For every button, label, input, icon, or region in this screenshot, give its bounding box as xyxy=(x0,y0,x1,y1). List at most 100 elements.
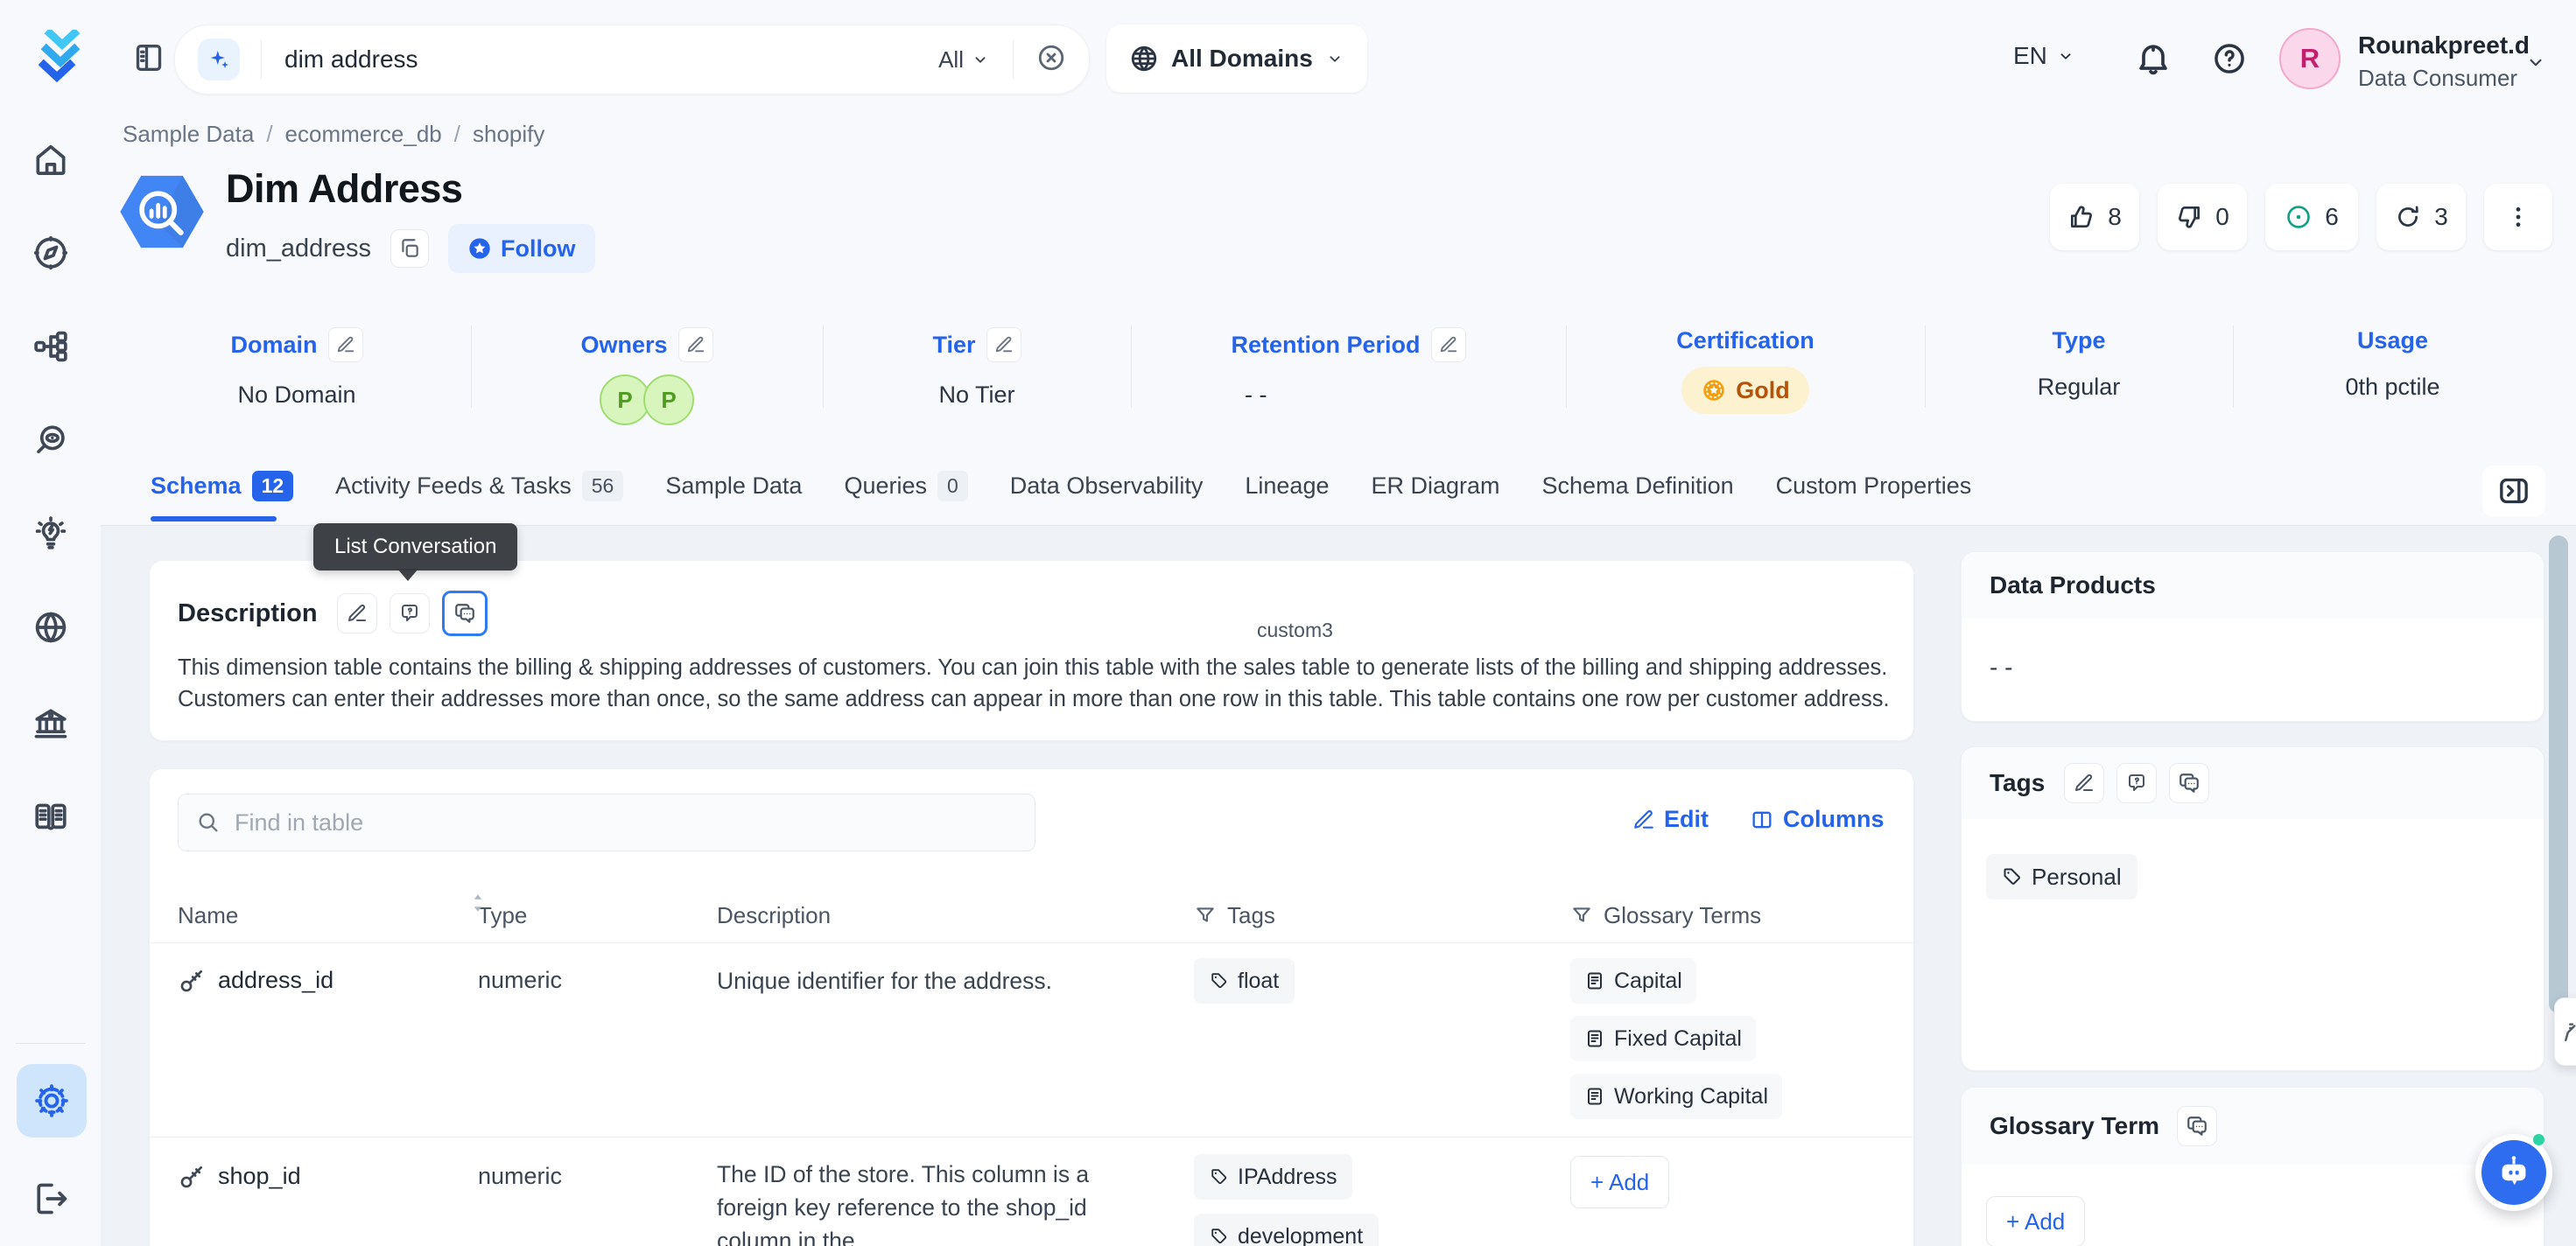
compass-icon[interactable] xyxy=(32,234,70,272)
edit-description-icon[interactable] xyxy=(337,593,377,634)
column-header-description[interactable]: Description xyxy=(717,902,1194,929)
list-conversation-icon[interactable] xyxy=(442,591,488,636)
metadata-divider xyxy=(1925,326,1926,408)
filter-icon[interactable] xyxy=(1570,904,1593,927)
owner-avatar[interactable]: P xyxy=(643,374,694,425)
column-header-name[interactable]: Name xyxy=(178,902,478,929)
sort-icon[interactable] xyxy=(467,890,489,916)
glossary-term-pill[interactable]: Fixed Capital xyxy=(1570,1016,1756,1061)
observability-search-eye-icon[interactable] xyxy=(32,421,70,459)
tag-pill[interactable]: float xyxy=(1194,958,1295,1004)
edit-tags-icon[interactable] xyxy=(2064,763,2104,803)
owners-label[interactable]: Owners xyxy=(580,332,667,359)
glossary-term-pill[interactable]: Capital xyxy=(1570,958,1696,1004)
term-icon xyxy=(1584,1028,1605,1049)
user-avatar[interactable]: R xyxy=(2279,28,2341,89)
web-globe-icon[interactable] xyxy=(32,608,70,647)
tab-custom-properties[interactable]: Custom Properties xyxy=(1776,472,1972,500)
column-header-type[interactable]: Type xyxy=(478,902,717,929)
tier-label[interactable]: Tier xyxy=(932,332,975,359)
glossary-book-icon[interactable] xyxy=(32,798,70,836)
clear-search-icon[interactable] xyxy=(1036,43,1066,77)
asset-tabs: Schema12 Activity Feeds & Tasks56 Sample… xyxy=(151,471,1971,501)
column-name-cell[interactable]: address_id xyxy=(178,942,478,1137)
certification-gold-badge[interactable]: Gold xyxy=(1681,367,1809,414)
notifications-bell-icon[interactable] xyxy=(2134,38,2172,81)
column-header-tags[interactable]: Tags xyxy=(1194,902,1570,929)
glossary-term-pill[interactable]: Working Capital xyxy=(1570,1074,1782,1119)
insights-lightbulb-icon[interactable] xyxy=(32,514,70,553)
glossary-conversation-icon[interactable] xyxy=(2177,1106,2217,1146)
tab-er-diagram[interactable]: ER Diagram xyxy=(1371,472,1499,500)
request-tags-icon[interactable] xyxy=(2116,763,2157,803)
edit-owners-icon[interactable] xyxy=(678,327,713,362)
home-icon[interactable] xyxy=(32,140,70,178)
add-glossary-term-button[interactable]: + Add xyxy=(1986,1196,2085,1246)
upvote-button[interactable]: 8 xyxy=(2050,184,2139,250)
ai-assistant-button[interactable] xyxy=(2475,1134,2552,1211)
retention-label[interactable]: Retention Period xyxy=(1231,332,1420,359)
tab-schema[interactable]: Schema12 xyxy=(151,471,293,501)
tab-activity-feeds[interactable]: Activity Feeds & Tasks56 xyxy=(335,471,623,501)
logout-icon[interactable] xyxy=(32,1180,70,1218)
tab-lineage[interactable]: Lineage xyxy=(1245,472,1329,500)
table-row[interactable]: shop_id numeric The ID of the store. Thi… xyxy=(150,1137,1913,1246)
type-label[interactable]: Type xyxy=(2052,327,2105,354)
refresh-button[interactable]: 3 xyxy=(2376,184,2466,250)
domains-filter-button[interactable]: All Domains xyxy=(1106,24,1367,93)
edit-table-button[interactable]: Edit xyxy=(1632,806,1709,833)
asset-subheader: dim_address Follow xyxy=(226,224,595,273)
more-actions-kebab-icon[interactable] xyxy=(2484,184,2552,250)
edit-tier-icon[interactable] xyxy=(986,327,1021,362)
tab-schema-definition[interactable]: Schema Definition xyxy=(1542,472,1734,500)
tag-pill[interactable]: Personal xyxy=(1986,854,2137,900)
breadcrumb-item[interactable]: Sample Data xyxy=(123,121,254,148)
edit-domain-icon[interactable] xyxy=(328,327,363,362)
search-scope-dropdown[interactable]: All xyxy=(938,46,990,74)
follow-button[interactable]: Follow xyxy=(448,224,594,273)
collapse-panel-icon[interactable] xyxy=(2482,466,2545,516)
language-selector[interactable]: EN xyxy=(2013,42,2075,70)
find-in-table[interactable] xyxy=(178,794,1035,851)
owners-avatars[interactable]: P P xyxy=(471,374,823,425)
breadcrumb-item[interactable]: shopify xyxy=(473,121,544,148)
filter-icon[interactable] xyxy=(1194,904,1217,927)
tab-sample-data[interactable]: Sample Data xyxy=(665,472,802,500)
column-name-cell[interactable]: shop_id xyxy=(178,1137,478,1246)
downvote-count: 0 xyxy=(2215,203,2229,231)
table-row[interactable]: address_id numeric Unique identifier for… xyxy=(150,942,1913,1138)
domain-label[interactable]: Domain xyxy=(230,332,317,359)
scrollbar-thumb[interactable] xyxy=(2549,536,2568,1013)
downvote-button[interactable]: 0 xyxy=(2158,184,2247,250)
tag-pill[interactable]: IPAddress xyxy=(1194,1154,1352,1200)
chevron-down-icon xyxy=(971,50,990,69)
user-menu-chevron-icon[interactable] xyxy=(2524,51,2547,74)
global-search-bar[interactable]: All xyxy=(174,24,1090,94)
columns-button[interactable]: Columns xyxy=(1750,806,1885,833)
term-icon xyxy=(1584,970,1605,991)
column-header-glossary[interactable]: Glossary Terms xyxy=(1570,902,1913,929)
governance-bank-icon[interactable] xyxy=(32,704,70,743)
columns-icon xyxy=(1750,808,1774,832)
tab-data-observability[interactable]: Data Observability xyxy=(1010,472,1204,500)
sidebar-toggle-icon[interactable] xyxy=(131,40,166,80)
tag-pill[interactable]: development xyxy=(1194,1214,1379,1246)
usage-label[interactable]: Usage xyxy=(2357,327,2428,354)
workflow-icon[interactable] xyxy=(32,327,70,366)
add-glossary-term-button[interactable]: + Add xyxy=(1570,1156,1669,1208)
user-menu[interactable]: Rounakpreet.d Data Consumer xyxy=(2358,32,2530,92)
breadcrumb-item[interactable]: ecommerce_db xyxy=(285,121,442,148)
settings-gear-icon[interactable] xyxy=(17,1064,87,1138)
help-icon[interactable] xyxy=(2211,40,2248,81)
search-input[interactable] xyxy=(283,45,938,74)
edit-retention-icon[interactable] xyxy=(1431,327,1466,362)
certification-label[interactable]: Certification xyxy=(1676,327,1814,354)
atlan-logo-icon[interactable] xyxy=(39,30,86,84)
find-in-table-input[interactable] xyxy=(233,808,1017,837)
tab-queries[interactable]: Queries0 xyxy=(844,471,967,501)
edge-floating-edit-card[interactable] xyxy=(2554,998,2576,1066)
request-change-icon[interactable] xyxy=(390,593,430,634)
tags-conversation-icon[interactable] xyxy=(2169,763,2209,803)
copy-icon[interactable] xyxy=(390,229,429,268)
views-button[interactable]: 6 xyxy=(2265,184,2358,250)
